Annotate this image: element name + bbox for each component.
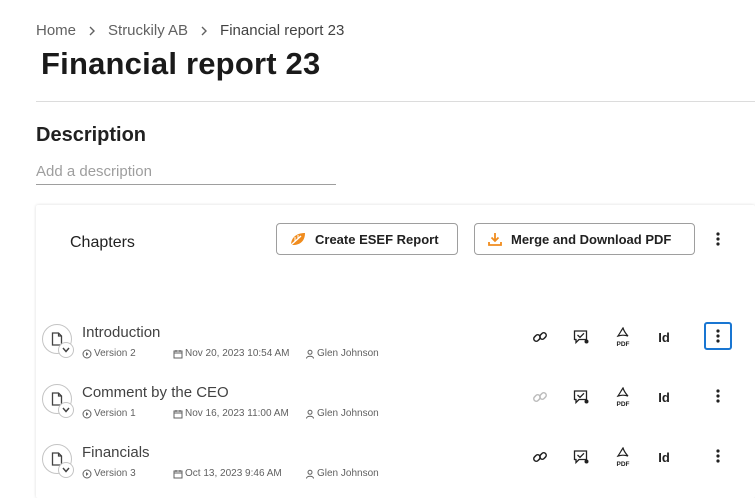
chapter-date: Oct 13, 2023 9:46 AM [173, 468, 305, 479]
chapter-meta: Version 2 Nov 20, 2023 10:54 AM Glen Joh… [82, 348, 379, 359]
more-vertical-icon[interactable] [704, 322, 732, 350]
create-esef-report-label: Create ESEF Report [315, 231, 439, 247]
version-icon [82, 409, 92, 418]
create-esef-report-button[interactable]: Create ESEF Report [276, 223, 458, 255]
chapter-date: Nov 16, 2023 11:00 AM [173, 408, 305, 419]
leaf-icon [290, 233, 305, 246]
chapter-row[interactable]: Financials Version 3 Oct 13, 2023 9:46 A… [36, 444, 755, 496]
version-icon [82, 469, 92, 478]
calendar-icon [173, 349, 183, 358]
pdf-icon[interactable]: PDF [612, 326, 634, 348]
id-label[interactable]: Id [653, 326, 675, 348]
chevron-right-icon [200, 26, 208, 36]
breadcrumb-current: Financial report 23 [220, 22, 345, 39]
user-icon [306, 349, 314, 359]
more-vertical-icon[interactable] [704, 382, 732, 410]
more-vertical-icon[interactable] [708, 229, 728, 249]
header-divider [36, 101, 755, 102]
link-icon[interactable] [529, 386, 551, 408]
chapter-version: Version 3 [82, 468, 173, 479]
chapter-meta: Version 1 Nov 16, 2023 11:00 AM Glen Joh… [82, 408, 379, 419]
description-heading: Description [36, 124, 147, 146]
chapter-version: Version 1 [82, 408, 173, 419]
comment-check-icon[interactable] [570, 386, 592, 408]
pdf-icon[interactable]: PDF [612, 446, 634, 468]
more-vertical-icon[interactable] [704, 442, 732, 470]
page-title: Financial report 23 [41, 46, 321, 81]
download-icon [488, 233, 502, 246]
user-icon [306, 469, 314, 479]
id-label[interactable]: Id [653, 446, 675, 468]
link-icon[interactable] [529, 446, 551, 468]
chapters-card: Chapters Create ESEF Report Merge and Do… [36, 205, 755, 498]
id-label[interactable]: Id [653, 386, 675, 408]
breadcrumb-company[interactable]: Struckily AB [108, 22, 188, 39]
chapter-title[interactable]: Financials [82, 444, 150, 461]
comment-check-icon[interactable] [570, 326, 592, 348]
chapter-date: Nov 20, 2023 10:54 AM [173, 348, 305, 359]
chapter-meta: Version 3 Oct 13, 2023 9:46 AM Glen John… [82, 468, 379, 479]
svg-text:PDF: PDF [617, 461, 630, 467]
version-icon [82, 349, 92, 358]
chapter-version: Version 2 [82, 348, 173, 359]
chevron-down-icon[interactable] [58, 402, 74, 418]
link-icon[interactable] [529, 326, 551, 348]
merge-download-pdf-button[interactable]: Merge and Download PDF [474, 223, 695, 255]
comment-check-icon[interactable] [570, 446, 592, 468]
chapter-author: Glen Johnson [305, 468, 379, 479]
chapter-author: Glen Johnson [305, 408, 379, 419]
calendar-icon [173, 409, 183, 418]
description-input[interactable] [36, 159, 336, 185]
chapters-title: Chapters [70, 234, 135, 251]
pdf-icon[interactable]: PDF [612, 386, 634, 408]
svg-text:PDF: PDF [617, 401, 630, 407]
chevron-down-icon[interactable] [58, 462, 74, 478]
chapter-row[interactable]: Comment by the CEO Version 1 Nov 16, 202… [36, 384, 755, 436]
breadcrumb: Home Struckily AB Financial report 23 [36, 22, 344, 39]
svg-text:PDF: PDF [617, 341, 630, 347]
chapter-title[interactable]: Comment by the CEO [82, 384, 229, 401]
chapter-title[interactable]: Introduction [82, 324, 160, 341]
merge-download-pdf-label: Merge and Download PDF [511, 231, 672, 247]
chevron-down-icon[interactable] [58, 342, 74, 358]
user-icon [306, 409, 314, 419]
breadcrumb-home[interactable]: Home [36, 22, 76, 39]
chapter-author: Glen Johnson [305, 348, 379, 359]
calendar-icon [173, 469, 183, 478]
chapter-row[interactable]: Introduction Version 2 Nov 20, 2023 10:5… [36, 322, 755, 376]
chevron-right-icon [88, 26, 96, 36]
